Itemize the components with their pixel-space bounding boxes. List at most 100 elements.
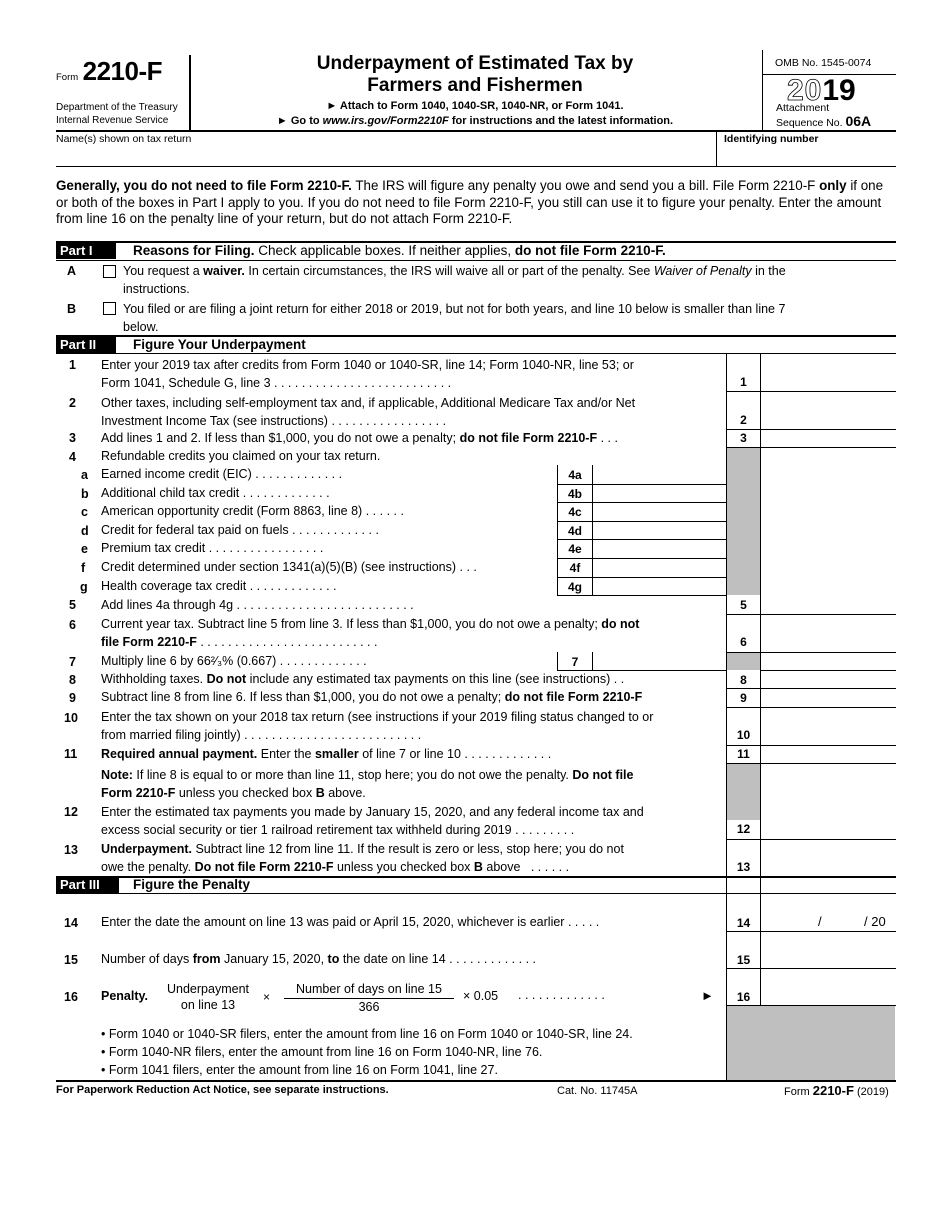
line7-amount-field[interactable] (593, 653, 726, 670)
line11-text: Required annual payment. Enter the small… (101, 745, 721, 763)
leader-dots: . . (588, 915, 600, 929)
line10-box-label: 10 (736, 728, 751, 742)
box-b-checkbox[interactable] (103, 302, 116, 315)
leader-dots: . . . . . . . . . . . . . . . . . (208, 541, 324, 555)
line11-box-label: 11 (737, 747, 750, 761)
line10-text-a: Enter the tax shown on your 2018 tax ret… (101, 710, 654, 724)
leader-dots: . . . (600, 431, 618, 445)
bullet-1040: • Form 1040 or 1040-SR filers, enter the… (101, 1027, 633, 1041)
penalty-rate: × 0.05 (463, 989, 499, 1003)
line9-amount-field[interactable] (761, 689, 895, 706)
line4a-amount-field[interactable] (593, 466, 726, 483)
line2-amount-field[interactable] (761, 392, 895, 429)
line1-text-a: Enter your 2019 tax after credits from F… (101, 358, 634, 372)
box-a-checkbox[interactable] (103, 265, 116, 278)
line15-text-e: the date on line 14 (339, 952, 446, 966)
catalog-number: Cat. No. 11745A (557, 1085, 638, 1097)
line4a-text: Earned income credit (EIC) . . . . . . .… (101, 465, 342, 483)
box-b-t1: You filed or are filing a joint return f… (123, 302, 786, 316)
note-text-g: above. (324, 786, 366, 800)
omb-number: OMB No. 1545-0074 (775, 57, 872, 69)
line5-amount-field[interactable] (761, 596, 895, 613)
line12-box-label: 12 (736, 822, 751, 836)
line16-amount-field[interactable] (761, 969, 895, 1005)
leader-dots: . . . (567, 915, 586, 929)
line4d-amount-field[interactable] (593, 522, 726, 539)
line4e-letter: e (81, 542, 88, 556)
leader-dots: . . . . . . . . . . . . . (255, 467, 343, 481)
form-title-line2: Farmers and Fishermen (367, 75, 583, 96)
line8-num: 8 (69, 673, 76, 687)
line11-text-c: smaller (314, 747, 359, 761)
line4e-amount-field[interactable] (593, 540, 726, 557)
name-label: Name(s) shown on tax return (56, 133, 192, 145)
line4c-amount-field[interactable] (593, 503, 726, 520)
dept-irs: Internal Revenue Service (56, 115, 169, 126)
note-text-d: Form 2210-F (101, 786, 176, 800)
form-title-line1: Underpayment of Estimated Tax by (316, 53, 634, 74)
attach-instruction: ► Attach to Form 1040, 1040-SR, 1040-NR,… (326, 100, 624, 112)
date-year: / 20 (864, 914, 886, 929)
line3-text-a: Add lines 1 and 2. If less than $1,000, … (101, 431, 460, 445)
line15-text-d: to (327, 952, 340, 966)
goto-instruction: ► Go to www.irs.gov/Form2210F for instru… (230, 115, 720, 127)
line11-amount-field[interactable] (761, 746, 895, 763)
line5-num: 5 (69, 598, 76, 612)
line10-amount-field[interactable] (761, 708, 895, 744)
leader-dots: . . . . . . . . . . . . . . . . . . . . … (244, 728, 422, 742)
line2-text-b: Investment Income Tax (see instructions) (101, 414, 328, 428)
line6-box-label: 6 (740, 635, 747, 649)
line3-amount-field[interactable] (761, 430, 895, 447)
line13-amount-field[interactable] (761, 840, 895, 876)
identifying-number-field[interactable] (724, 147, 896, 167)
line4e-label: Premium tax credit (101, 541, 206, 555)
line15-amount-field[interactable] (761, 932, 895, 968)
line13-text-a: Underpayment. (101, 842, 192, 856)
line1-amount-field[interactable] (761, 354, 895, 391)
line10-num: 10 (64, 711, 78, 725)
name-field[interactable] (56, 147, 715, 167)
line4b-amount-field[interactable] (593, 485, 726, 502)
leader-dots: . . . . . . . . . . . . . (518, 988, 605, 1002)
part1-title: Reasons for Filing. Check applicable box… (133, 243, 666, 259)
line6-amount-field[interactable] (761, 615, 895, 652)
line12-text-a: Enter the estimated tax payments you mad… (101, 805, 644, 819)
box-a-t2: In certain circumstances, the IRS will w… (244, 264, 654, 278)
line8-box-label: 8 (740, 673, 747, 687)
line12-amount-field[interactable] (761, 764, 895, 839)
line8-amount-field[interactable] (761, 671, 895, 688)
line4f-amount-field[interactable] (593, 559, 726, 576)
line1-num: 1 (69, 358, 76, 372)
line6-num: 6 (69, 618, 76, 632)
part1-label: Part I (56, 243, 116, 259)
goto-suffix: for instructions and the latest informat… (448, 115, 674, 127)
sequence-text: Sequence No. (776, 117, 843, 129)
leader-dots-text: . . . . . . . . . . . . . (518, 988, 605, 1002)
paperwork-notice: For Paperwork Reduction Act Notice, see … (56, 1084, 389, 1096)
line6-text-a: Current year tax. Subtract line 5 from l… (101, 617, 602, 631)
part3-title: Figure the Penalty (133, 877, 251, 892)
line15-text-b: from (192, 952, 221, 966)
part1-title-bold: Reasons for Filing. (133, 243, 255, 258)
line8-text: Withholding taxes. Do not include any es… (101, 670, 721, 688)
leader-dots: . . . (535, 823, 554, 837)
line13-text-d: Do not file Form 2210-F (194, 860, 334, 874)
line4c-label: American opportunity credit (Form 8863, … (101, 504, 363, 518)
line14-box-label: 14 (736, 916, 751, 930)
line4b-letter: b (81, 487, 89, 501)
line2-num: 2 (69, 396, 76, 410)
line4g-text: Health coverage tax credit . . . . . . .… (101, 577, 337, 595)
date-slash: / (818, 914, 822, 929)
id-label: Identifying number (724, 133, 819, 145)
line3-num: 3 (69, 431, 76, 445)
bullet-1040nr: • Form 1040-NR filers, enter the amount … (101, 1045, 543, 1059)
sequence-label: Sequence No. 06A (776, 113, 871, 129)
leader-dots: . . . . . . . . . . . . . (464, 747, 552, 761)
line16-num: 16 (64, 990, 78, 1004)
irs-link[interactable]: www.irs.gov/Form2210F (323, 115, 449, 127)
line4g-amount-field[interactable] (593, 578, 726, 595)
line8-text-c: include any estimated tax payments on th… (246, 672, 611, 686)
line12-num: 12 (64, 805, 78, 819)
line14-date-field[interactable]: / / 20 (761, 895, 895, 931)
line7-num: 7 (69, 655, 76, 669)
